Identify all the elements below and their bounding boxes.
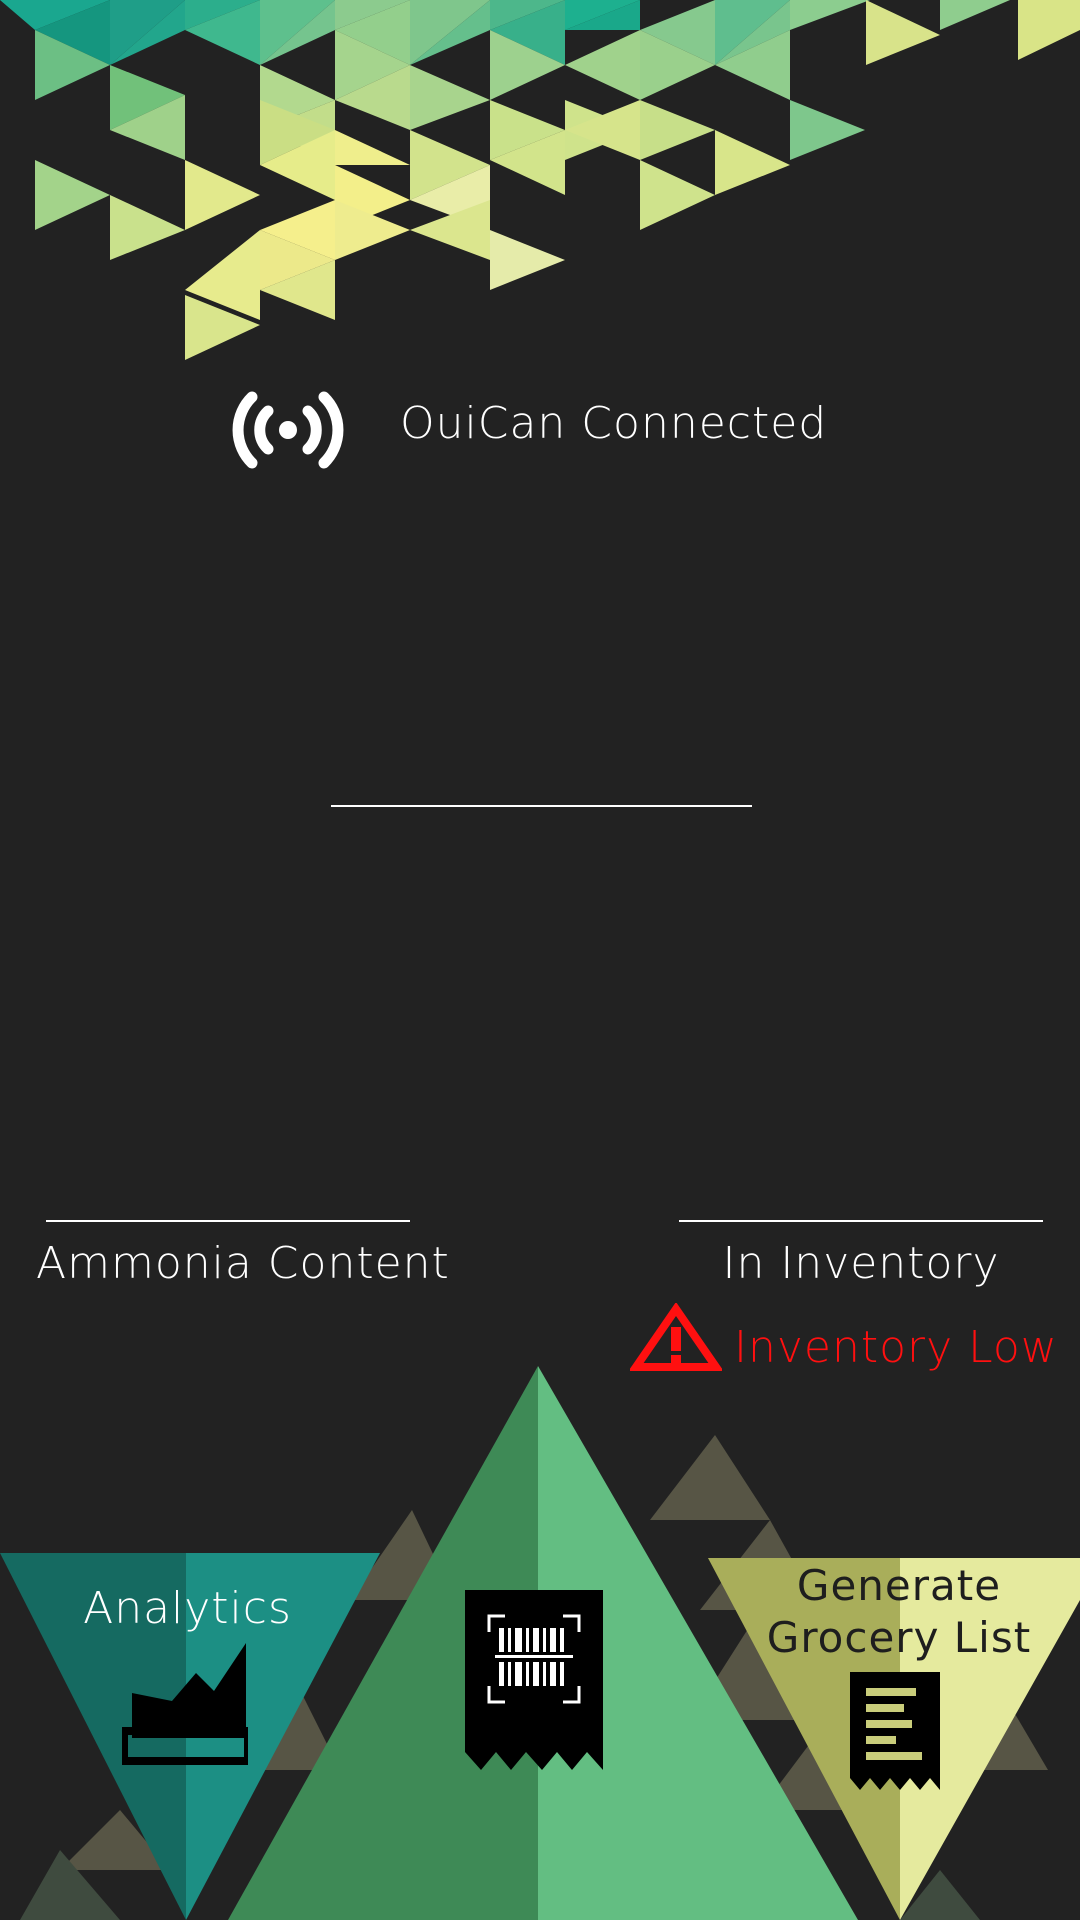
broadcast-signal-icon [232, 391, 344, 469]
analytics-label: Analytics [83, 1583, 292, 1634]
barcode-receipt-icon [465, 1590, 603, 1770]
inventory-divider [679, 1220, 1043, 1222]
connection-status-label: OuiCan Connected [400, 398, 828, 449]
center-divider [331, 805, 752, 807]
generate-grocery-list-label: Generate Grocery List [766, 1561, 1032, 1662]
in-inventory-label: In Inventory [722, 1238, 1000, 1289]
header-triangle-mosaic [0, 0, 1080, 360]
area-chart-icon [122, 1643, 248, 1765]
receipt-list-icon [850, 1672, 940, 1790]
ammonia-divider [46, 1220, 410, 1222]
ammonia-content-label: Ammonia Content [36, 1238, 450, 1289]
